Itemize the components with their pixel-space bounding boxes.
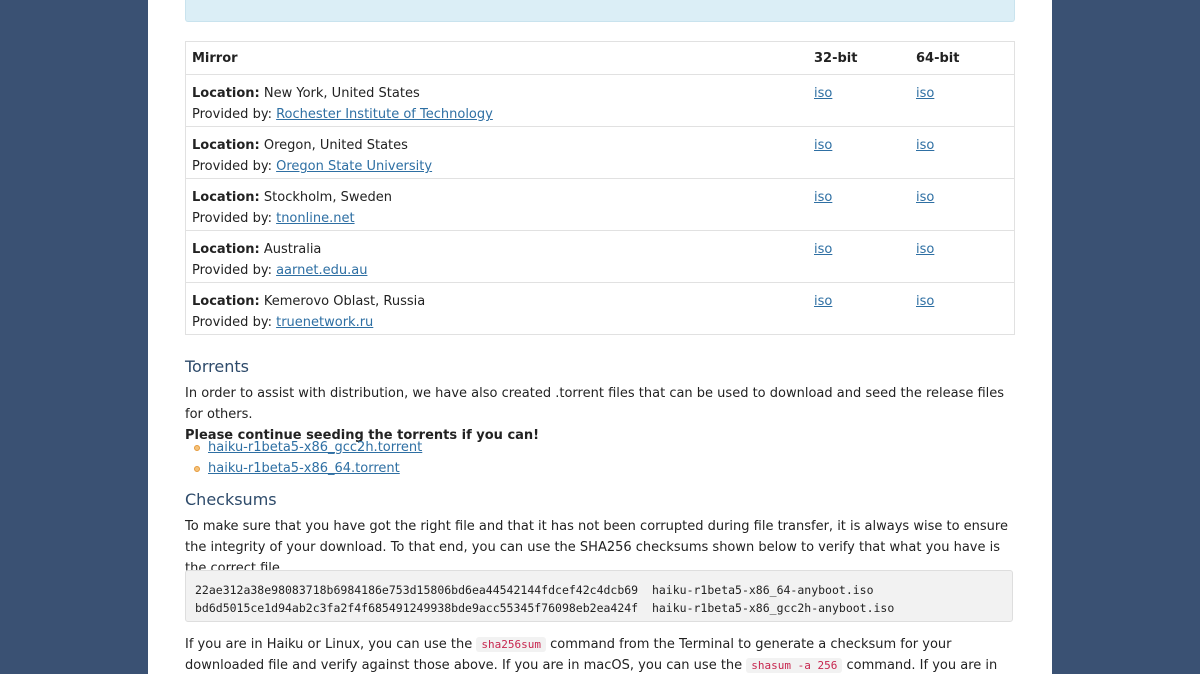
location-value: New York, United States <box>263 86 420 101</box>
table-row: Location: Kemerovo Oblast, Russia Provid… <box>185 282 1015 335</box>
page: Mirror 32-bit 64-bit Location: New York,… <box>148 0 1052 674</box>
location-value: Australia <box>263 242 322 257</box>
location-label: Location: <box>192 190 260 205</box>
torrent-link-gcc2h[interactable]: haiku-r1beta5-x86_gcc2h.torrent <box>208 440 422 455</box>
iso-64-link[interactable]: iso <box>916 242 934 257</box>
mirror-cell: Location: New York, United States Provid… <box>185 74 808 127</box>
provider-link[interactable]: Oregon State University <box>276 159 432 174</box>
table-row: Location: New York, United States Provid… <box>185 74 1015 127</box>
iso-32-link[interactable]: iso <box>814 190 832 205</box>
header-mirror: Mirror <box>185 41 808 75</box>
mirror-cell: Location: Oregon, United States Provided… <box>185 126 808 179</box>
shasum-command: shasum -a 256 <box>746 658 843 673</box>
location-label: Location: <box>192 138 260 153</box>
location-label: Location: <box>192 242 260 257</box>
list-item: haiku-r1beta5-x86_64.torrent <box>185 458 422 479</box>
sha256sum-command: sha256sum <box>476 637 547 652</box>
provider-link[interactable]: Rochester Institute of Technology <box>276 107 493 122</box>
iso-32-link[interactable]: iso <box>814 138 832 153</box>
provider-link[interactable]: aarnet.edu.au <box>276 263 367 278</box>
provided-label: Provided by: <box>192 159 272 174</box>
instructions-text-1: If you are in Haiku or Linux, you can us… <box>185 637 473 652</box>
header-64bit: 64-bit <box>910 41 1015 75</box>
location-label: Location: <box>192 294 260 309</box>
iso-64-link[interactable]: iso <box>916 190 934 205</box>
provided-label: Provided by: <box>192 263 272 278</box>
iso-32-link[interactable]: iso <box>814 86 832 101</box>
checksum-code-block: 22ae312a38e98083718b6984186e753d15806bd6… <box>185 570 1013 622</box>
iso-32-link[interactable]: iso <box>814 242 832 257</box>
checksums-heading: Checksums <box>185 490 277 509</box>
notice-box <box>185 0 1015 22</box>
provider-link[interactable]: truenetwork.ru <box>276 315 373 330</box>
mirror-table: Mirror 32-bit 64-bit Location: New York,… <box>185 41 1015 335</box>
iso-64-link[interactable]: iso <box>916 86 934 101</box>
torrents-description: In order to assist with distribution, we… <box>185 386 1005 422</box>
iso-64-link[interactable]: iso <box>916 294 934 309</box>
location-value: Kemerovo Oblast, Russia <box>263 294 426 309</box>
location-value: Oregon, United States <box>263 138 408 153</box>
table-row: Location: Australia Provided by: aarnet.… <box>185 230 1015 283</box>
location-value: Stockholm, Sweden <box>263 190 392 205</box>
checksum-line: 22ae312a38e98083718b6984186e753d15806bd6… <box>195 583 874 597</box>
header-32bit: 32-bit <box>808 41 910 75</box>
location-label: Location: <box>192 86 260 101</box>
mirror-cell: Location: Kemerovo Oblast, Russia Provid… <box>185 282 808 335</box>
table-row: Location: Stockholm, Sweden Provided by:… <box>185 178 1015 231</box>
checksum-line: bd6d5015ce1d94ab2c3fa2f4f685491249938bde… <box>195 601 895 615</box>
table-row: Location: Oregon, United States Provided… <box>185 126 1015 179</box>
torrent-list: haiku-r1beta5-x86_gcc2h.torrent haiku-r1… <box>185 437 422 479</box>
provider-link[interactable]: tnonline.net <box>276 211 354 226</box>
iso-64-link[interactable]: iso <box>916 138 934 153</box>
provided-label: Provided by: <box>192 211 272 226</box>
provided-label: Provided by: <box>192 107 272 122</box>
list-item: haiku-r1beta5-x86_gcc2h.torrent <box>185 437 422 458</box>
table-header-row: Mirror 32-bit 64-bit <box>185 41 1015 75</box>
mirror-cell: Location: Australia Provided by: aarnet.… <box>185 230 808 283</box>
torrents-heading: Torrents <box>185 357 249 376</box>
iso-32-link[interactable]: iso <box>814 294 832 309</box>
checksum-instructions: If you are in Haiku or Linux, you can us… <box>185 634 1015 674</box>
mirror-cell: Location: Stockholm, Sweden Provided by:… <box>185 178 808 231</box>
torrent-link-x86-64[interactable]: haiku-r1beta5-x86_64.torrent <box>208 461 400 476</box>
provided-label: Provided by: <box>192 315 272 330</box>
